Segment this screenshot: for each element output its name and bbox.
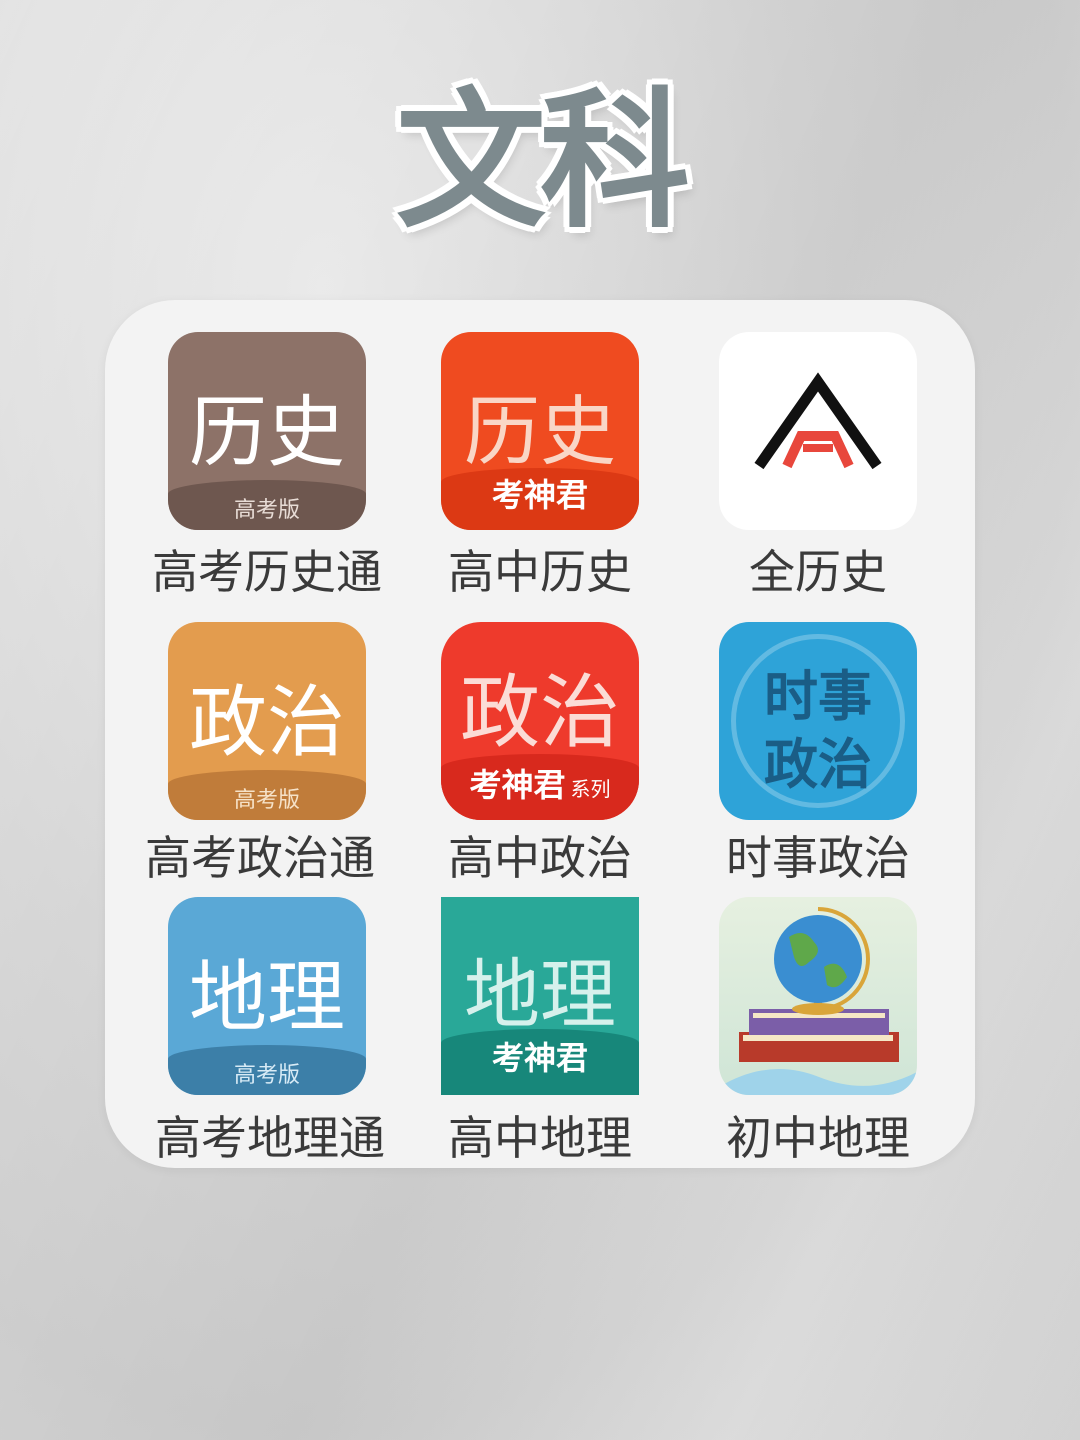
icon-subtext: 考神君	[469, 766, 566, 804]
app-label[interactable]: 高中地理	[380, 1102, 700, 1168]
app-icon-gaokao-geography[interactable]: 地理 高考版	[168, 897, 366, 1095]
app-icon-junior-geography[interactable]	[719, 897, 917, 1095]
icon-text: 地理	[188, 953, 345, 1043]
icon-text: 政治	[460, 666, 620, 759]
app-label[interactable]: 全历史	[658, 536, 978, 602]
app-label[interactable]: 高考政治通	[100, 822, 420, 888]
icon-subtext: 高考版	[233, 788, 300, 813]
app-icon-gaokao-politics[interactable]: 政治 高考版	[168, 622, 366, 820]
icon-text: 地理	[464, 950, 616, 1039]
icon-subtext: 考神君	[491, 476, 588, 514]
app-label[interactable]: 时事政治	[658, 822, 978, 888]
page-title: 文科	[395, 75, 690, 249]
app-label[interactable]: 高中历史	[380, 536, 700, 602]
icon-subtext-row: 考神君 系列	[441, 760, 639, 806]
icon-subtext: 高考版	[233, 1063, 300, 1088]
app-icon-gaokao-history[interactable]: 历史 高考版	[168, 332, 366, 530]
app-icon-highschool-politics[interactable]: 政治 考神君 系列	[441, 622, 639, 820]
icon-subtext: 考神君	[491, 1039, 588, 1077]
icon-text-2: 政治	[764, 732, 872, 796]
app-label[interactable]: 高考历史通	[107, 536, 427, 602]
app-icon-highschool-geography[interactable]: 地理 考神君	[441, 897, 639, 1095]
app-label[interactable]: 高中政治	[380, 822, 700, 888]
quan-history-logo-icon	[754, 372, 882, 470]
app-label[interactable]: 初中地理	[658, 1102, 978, 1168]
icon-subtext-series: 系列	[570, 777, 611, 801]
app-icon-quan-history[interactable]	[719, 332, 917, 530]
icon-text: 政治	[188, 678, 345, 768]
icon-subtext: 高考版	[233, 498, 300, 523]
app-icon-current-politics[interactable]: 时事 政治	[719, 622, 917, 820]
icon-text: 历史	[464, 387, 616, 476]
app-icon-highschool-history[interactable]: 历史 考神君	[441, 332, 639, 530]
icon-text: 历史	[188, 388, 345, 478]
app-folder-panel: 历史 高考版 高考历史通 历史 考神君 高中历史 全历史 政治 高考版 高考政治…	[105, 300, 975, 1168]
globe-on-books-icon	[719, 907, 917, 1095]
